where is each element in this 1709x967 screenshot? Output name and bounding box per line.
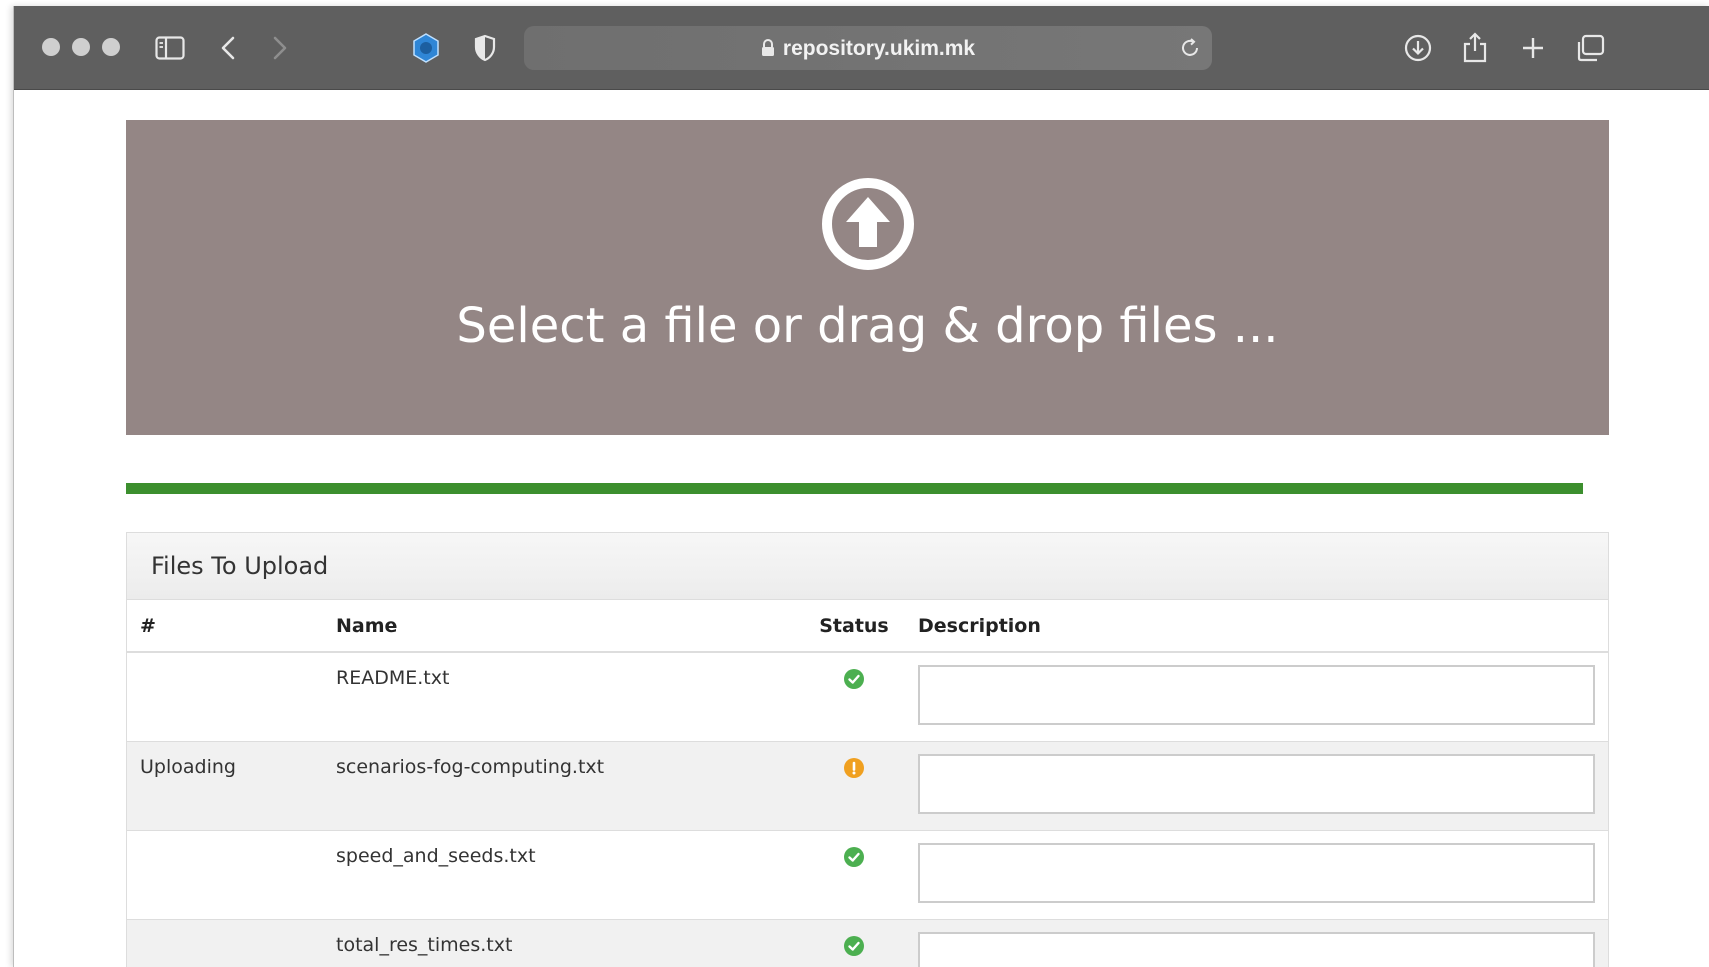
browser-window: repository.ukim.mk Select a file or drag… xyxy=(13,6,1709,967)
zoom-window-button[interactable] xyxy=(102,38,120,56)
sidebar-toggle-icon[interactable] xyxy=(154,32,186,64)
file-row-name: total_res_times.txt xyxy=(323,919,803,967)
file-row: total_res_times.txt xyxy=(127,919,1608,967)
upload-progress-bar xyxy=(126,483,1583,494)
column-header-index: # xyxy=(127,600,323,653)
address-bar[interactable]: repository.ukim.mk xyxy=(524,26,1212,70)
file-row: Uploading scenarios-fog-computing.txt xyxy=(127,741,1608,831)
forward-icon[interactable] xyxy=(264,32,296,64)
file-row-status xyxy=(803,919,905,967)
file-row-description xyxy=(905,651,1608,742)
file-dropzone[interactable]: Select a file or drag & drop files ... xyxy=(126,120,1609,435)
dropzone-label: Select a file or drag & drop files ... xyxy=(456,298,1279,354)
column-header-description: Description xyxy=(905,600,1608,653)
file-row-index xyxy=(127,919,323,967)
extension-shield-icon[interactable] xyxy=(410,32,442,64)
lock-icon xyxy=(761,39,775,63)
files-panel-title: Files To Upload xyxy=(127,533,1608,600)
status-success-icon xyxy=(844,847,864,867)
description-input[interactable] xyxy=(918,665,1595,725)
share-icon[interactable] xyxy=(1459,32,1491,64)
file-row-description xyxy=(905,830,1608,920)
column-header-status: Status xyxy=(803,600,905,653)
back-icon[interactable] xyxy=(212,32,244,64)
status-success-icon xyxy=(844,669,864,689)
column-header-name: Name xyxy=(323,600,803,653)
files-table-header: # Name Status Description xyxy=(127,600,1608,653)
file-row-description xyxy=(905,919,1608,967)
file-row-index: Uploading xyxy=(127,741,323,831)
file-row-status xyxy=(803,830,905,920)
status-success-icon xyxy=(844,936,864,956)
description-input[interactable] xyxy=(918,754,1595,814)
file-row-description xyxy=(905,741,1608,831)
minimize-window-button[interactable] xyxy=(72,38,90,56)
file-row-index xyxy=(127,830,323,920)
upload-progress-fill xyxy=(126,483,1583,494)
tab-overview-icon[interactable] xyxy=(1574,32,1606,64)
new-tab-icon[interactable] xyxy=(1517,32,1549,64)
browser-toolbar: repository.ukim.mk xyxy=(14,6,1709,90)
address-bar-text: repository.ukim.mk xyxy=(524,37,1212,63)
downloads-icon[interactable] xyxy=(1402,32,1434,64)
file-row: README.txt xyxy=(127,651,1608,742)
file-row-status xyxy=(803,741,905,831)
desktop: repository.ukim.mk Select a file or drag… xyxy=(0,0,1709,967)
file-row-status xyxy=(803,651,905,742)
files-table: # Name Status Description README.txt Uplo… xyxy=(127,600,1608,967)
privacy-shield-icon[interactable] xyxy=(469,32,501,64)
file-row-name: speed_and_seeds.txt xyxy=(323,830,803,920)
close-window-button[interactable] xyxy=(42,38,60,56)
file-row-name: scenarios-fog-computing.txt xyxy=(323,741,803,831)
url-text: repository.ukim.mk xyxy=(782,37,976,60)
file-row: speed_and_seeds.txt xyxy=(127,830,1608,920)
upload-icon xyxy=(821,177,915,271)
page-content: Select a file or drag & drop files ... F… xyxy=(14,90,1709,967)
files-panel: Files To Upload # Name Status Descriptio… xyxy=(126,532,1609,967)
reload-icon[interactable] xyxy=(1178,36,1202,60)
status-warning-icon xyxy=(844,758,864,778)
file-row-index xyxy=(127,651,323,742)
file-row-name: README.txt xyxy=(323,651,803,742)
description-input[interactable] xyxy=(918,843,1595,903)
description-input[interactable] xyxy=(918,932,1595,967)
